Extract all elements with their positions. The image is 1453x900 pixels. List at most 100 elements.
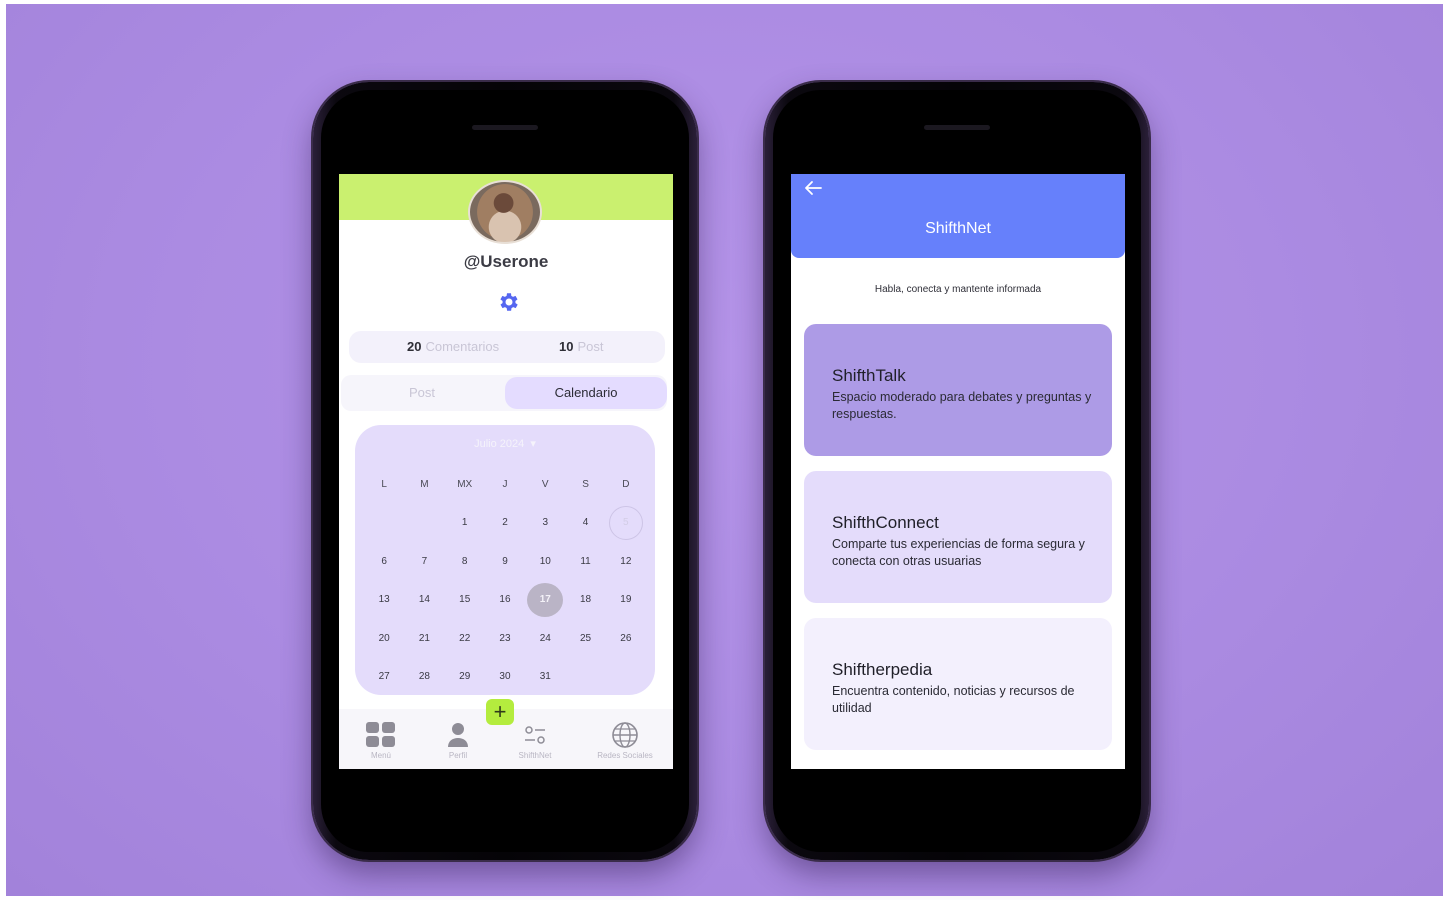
phone-speaker	[472, 125, 538, 130]
tab-calendario[interactable]: Calendario	[505, 377, 667, 409]
calendar-day[interactable]: 20	[364, 621, 404, 655]
calendar-day[interactable]: 31	[525, 660, 565, 694]
calendar-day-number: 27	[378, 671, 390, 683]
calendar-day-number: 17	[527, 582, 564, 617]
calendar-day[interactable]: 30	[485, 660, 525, 694]
calendar: Julio 2024 ▾ L M MX J V S D 1 2 3 4 5 6 7 8 9 10 11 12 13 14…	[355, 425, 655, 695]
calendar-day[interactable]: 11	[565, 544, 605, 578]
calendar-day[interactable]: 12	[606, 544, 646, 578]
page-title: ShifthNet	[925, 220, 991, 237]
calendar-day-number: 26	[620, 632, 632, 644]
profile-tabs: Post Calendario	[341, 375, 667, 411]
nav-menu[interactable]: Menú	[341, 721, 421, 760]
calendar-weekday: V	[541, 478, 549, 490]
calendar-empty-cell	[565, 660, 605, 694]
calendar-day[interactable]: 23	[485, 621, 525, 655]
background	[6, 4, 1443, 896]
calendar-day[interactable]: 9	[485, 544, 525, 578]
profile-screen: @Userone 20 Comentarios 10 Post Post Calen…	[339, 174, 673, 769]
calendar-day[interactable]: 15	[445, 583, 485, 617]
calendar-day[interactable]: 7	[404, 544, 444, 578]
calendar-day-number: 10	[539, 555, 551, 567]
stat-posts-count: 10	[559, 339, 574, 354]
gear-icon[interactable]	[496, 290, 520, 314]
calendar-week-row: 27 28 29 30 31	[364, 658, 646, 697]
calendar-day[interactable]: 10	[525, 544, 565, 578]
calendar-day[interactable]: 25	[565, 621, 605, 655]
nav-social-label: Redes Sociales	[597, 751, 653, 760]
card-description: Espacio moderado para debates y pregunta…	[832, 390, 1092, 421]
calendar-day-number: 19	[620, 594, 632, 606]
calendar-day-number: 2	[502, 517, 508, 529]
calendar-day-number: 1	[461, 517, 468, 529]
calendar-day-number: 20	[378, 632, 390, 644]
calendar-day[interactable]: 1	[445, 506, 485, 540]
calendar-day-number: 31	[539, 671, 551, 683]
calendar-day[interactable]: 16	[485, 583, 525, 617]
calendar-day[interactable]: 4	[565, 506, 605, 540]
calendar-weekday-row: L M MX J V S D	[364, 465, 646, 504]
calendar-day[interactable]: 13	[364, 583, 404, 617]
nav-social[interactable]: Redes Sociales	[585, 721, 665, 760]
chevron-down-icon: ▾	[530, 438, 536, 450]
calendar-day-number: 23	[499, 632, 511, 644]
calendar-day[interactable]: 8	[445, 544, 485, 578]
calendar-day[interactable]: 14	[404, 583, 444, 617]
calendar-week-row: 13 14 15 16 17 18 19	[364, 581, 646, 620]
calendar-day[interactable]: 27	[364, 660, 404, 694]
calendar-day-number: 18	[579, 594, 592, 606]
add-button[interactable]: +	[486, 699, 514, 725]
back-arrow-icon[interactable]	[803, 180, 823, 196]
card-title: Shiftherpedia	[832, 660, 933, 679]
calendar-day[interactable]: 17	[525, 582, 565, 617]
calendar-day-number: 11	[580, 555, 591, 567]
nav-profile[interactable]: Perfil	[418, 721, 498, 760]
card-title: ShifthConnect	[832, 513, 939, 532]
tab-post[interactable]: Post	[341, 375, 503, 411]
card-title: ShifthTalk	[832, 366, 906, 385]
calendar-day-number: 15	[459, 594, 471, 606]
calendar-week-row: 6 7 8 9 10 11 12	[364, 542, 646, 581]
stat-comments-count: 20	[407, 339, 422, 354]
phone-shifthnet: ShifthNet Habla, conecta y mantente info…	[765, 82, 1149, 860]
phone-profile: @Userone 20 Comentarios 10 Post Post Calen…	[313, 82, 697, 860]
calendar-day[interactable]: 22	[445, 621, 485, 655]
plus-icon: +	[493, 699, 507, 724]
calendar-day-number: 7	[421, 555, 428, 567]
calendar-day-number: 13	[378, 594, 390, 606]
calendar-month-label: Julio 2024	[474, 438, 525, 450]
calendar-weekday: M	[420, 478, 429, 490]
calendar-day[interactable]: 3	[525, 506, 565, 540]
calendar-day-number: 3	[542, 517, 549, 529]
calendar-day[interactable]: 21	[404, 621, 444, 655]
card-shifthconnect[interactable]: ShifthConnect Comparte tus experiencias …	[804, 471, 1112, 603]
calendar-day-number: 6	[381, 555, 387, 567]
calendar-weekday: S	[582, 478, 589, 490]
grid-icon	[366, 722, 395, 747]
stat-posts[interactable]: 10 Post	[559, 339, 603, 354]
calendar-day[interactable]: 28	[404, 660, 444, 694]
calendar-day[interactable]: 5	[606, 505, 646, 540]
calendar-day[interactable]: 26	[606, 621, 646, 655]
calendar-day[interactable]: 18	[565, 583, 605, 617]
phone-speaker	[924, 125, 990, 130]
calendar-day[interactable]: 19	[606, 583, 646, 617]
card-shiftherpedia[interactable]: Shiftherpedia Encuentra contenido, notic…	[804, 618, 1112, 750]
globe-icon	[612, 722, 638, 748]
calendar-day-number: 9	[502, 555, 508, 567]
nav-shifthnet[interactable]: ShifthNet	[495, 721, 575, 760]
stat-comments-label: Comentarios	[425, 339, 500, 354]
stat-comments[interactable]: 20 Comentarios	[407, 339, 499, 354]
calendar-day[interactable]: 24	[525, 621, 565, 655]
calendar-day[interactable]: 29	[445, 660, 485, 694]
avatar[interactable]	[468, 180, 542, 244]
card-shifthtalk[interactable]: ShifthTalk Espacio moderado para debates…	[804, 324, 1112, 456]
calendar-empty-cell	[364, 506, 404, 540]
calendar-day[interactable]: 2	[485, 506, 525, 540]
calendar-day[interactable]: 6	[364, 544, 404, 578]
calendar-day-number: 30	[499, 671, 511, 683]
calendar-day-number: 28	[418, 671, 430, 683]
calendar-month-selector[interactable]: Julio 2024 ▾	[355, 437, 655, 450]
calendar-grid: L M MX J V S D 1 2 3 4 5 6 7 8 9 10 11 12 13 14 15 16 17 18 19 20 2…	[364, 465, 646, 696]
calendar-day-number: 21	[418, 632, 430, 644]
